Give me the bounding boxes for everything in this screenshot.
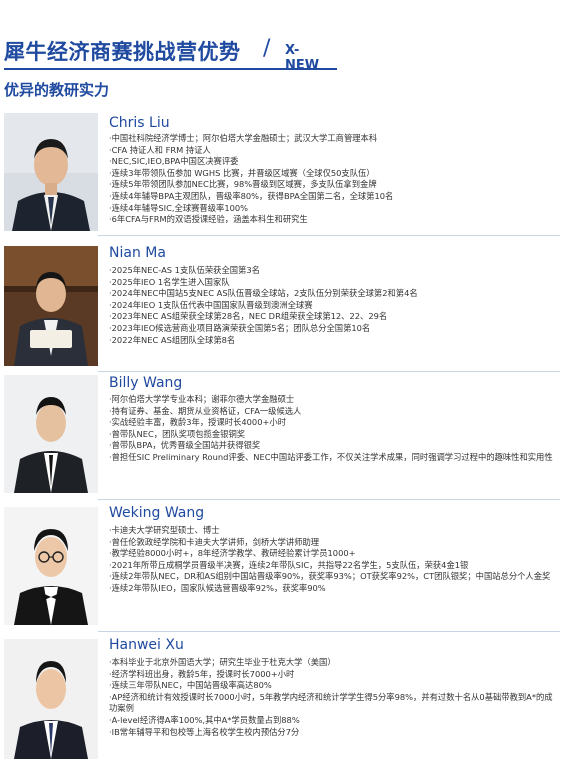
credential-line: ·卡迪夫大学研究型硕士、博士: [109, 525, 220, 535]
divider: [98, 631, 560, 632]
credential-line: ·阿尔伯塔大学学专业本科；谢菲尔德大学金融硕士: [109, 394, 295, 404]
credential-line: ·2023年IEO候选营商业项目路演荣获全国第5名；团队总分全国第10名: [109, 322, 371, 333]
teacher-photo: [4, 639, 98, 759]
credential-line: ·持有证券、基金、期货从业资格证，CFA一级候选人: [109, 405, 302, 416]
page-title: 犀牛经济商赛挑战营优势: [4, 40, 241, 64]
teacher-name: Weking Wang: [109, 505, 205, 521]
divider: [98, 235, 560, 236]
divider: [98, 499, 560, 500]
credential-line: ·IB常年辅导平和包校等上海名校学生校内预估分7分: [109, 726, 300, 737]
credential-line: ·2021年所带丘成桐学员晋级半决赛，连续2年带队SIC，共指导22名学生，5支…: [109, 559, 469, 570]
credential-line: ·2025年IEO 1名学生进入国家队: [109, 276, 230, 287]
title-slash: /: [263, 36, 271, 61]
teacher-credentials: ·中国社科院经济学博士；阿尔伯塔大学金融硕士；武汉大学工商管理本科 ·CFA 持…: [109, 133, 555, 226]
credential-line: ·曾担任SIC Preliminary Round评委、NEC中国站评委工作，不…: [109, 451, 553, 462]
credential-line: ·A-level经济得A率100%,其中A*学员数量占到88%: [109, 714, 300, 725]
credential-line: ·连续4年辅导BPA主观团队，晋级率80%，获得BPA全国第二名，全球第10名: [109, 190, 394, 201]
credential-line: ·NEC,SIC,IEO,BPA中国区决赛评委: [109, 156, 239, 167]
credential-line: ·连续4年辅导SIC,全球赛晋级率100%: [109, 202, 249, 213]
teacher-photo: [4, 375, 98, 493]
teacher-name: Hanwei Xu: [109, 637, 184, 653]
section-title: 优异的教研实力: [4, 81, 110, 99]
teacher-photo: [4, 246, 98, 366]
credential-line: ·2024年NEC中国站5支NEC AS队伍晋级全球站，2支队伍分别荣获全球第2…: [109, 288, 418, 299]
credential-line: ·连续5年带领团队参加NEC比赛，98%晋级到区域赛，多支队伍拿到金牌: [109, 179, 377, 190]
teacher-photo: [4, 113, 98, 231]
credential-line: ·6年CFA与FRM的双语授课经验，涵盖本科生和研究生: [109, 214, 308, 225]
credential-line: ·CFA 持证人和 FRM 持证人: [109, 144, 211, 155]
teacher-photo: [4, 507, 98, 625]
credential-line: ·曾带队NEC，团队奖项包揽金银铜奖: [109, 428, 246, 439]
credential-line: ·实战经验丰富，教龄3年，授课时长4000+小时: [109, 417, 287, 428]
credential-line: ·本科毕业于北京外国语大学；研究生毕业于杜克大学（美国）: [109, 657, 336, 667]
teacher-credentials: ·卡迪夫大学研究型硕士、博士 ·曾任伦敦政经学院和卡迪夫大学讲师，剑桥大学讲师助…: [109, 525, 555, 595]
credential-line: ·连续三年带队NEC，中国站晋级率高达80%: [109, 680, 272, 691]
credential-line: ·连续2年带队NEC，DR和AS组别中国站晋级率90%，获奖率93%；OT获奖率…: [109, 571, 551, 582]
credential-line: ·中国社科院经济学博士；阿尔伯塔大学金融硕士；武汉大学工商管理本科: [109, 133, 378, 143]
credential-line: ·连续2年带队IEO，国家队候选营晋级率92%，获奖率90%: [109, 582, 326, 593]
teacher-name: Nian Ma: [109, 245, 166, 261]
credential-line: ·经济学科班出身，教龄5年，授课时长7000+小时: [109, 668, 295, 679]
credential-line: ·曾带队BPA，优秀晋级全国站并获得银奖: [109, 440, 261, 451]
teacher-credentials: ·阿尔伯塔大学学专业本科；谢菲尔德大学金融硕士 ·持有证券、基金、期货从业资格证…: [109, 394, 555, 464]
credential-line: ·连续3年带领队伍参加 WGHS 比赛，并晋级区域赛（全球仅50支队伍）: [109, 167, 375, 178]
credential-line: ·AP经济和统计有效授课时长7000小时，5年教学内经济和统计学学生得5分率98…: [109, 691, 553, 714]
teacher-name: Billy Wang: [109, 375, 183, 391]
credential-line: ·2022年NEC AS组团队全球第8名: [109, 334, 236, 345]
credential-line: ·2025年NEC-AS 1支队伍荣获全国第3名: [109, 265, 260, 275]
credential-line: ·2023年NEC AS组荣获全球第28名，NEC DR组荣获全球第12、22、…: [109, 311, 388, 322]
divider: [98, 371, 560, 372]
credential-line: ·教学经验8000小时+，8年经济学教学、教研经验累计学员1000+: [109, 548, 356, 559]
teacher-credentials: ·本科毕业于北京外国语大学；研究生毕业于杜克大学（美国） ·经济学科班出身，教龄…: [109, 657, 555, 738]
credential-line: ·曾任伦敦政经学院和卡迪夫大学讲师，剑桥大学讲师助理: [109, 536, 320, 547]
credential-line: ·2024年IEO 1支队伍代表中国国家队晋级到澳洲全球赛: [109, 299, 313, 310]
teacher-credentials: ·2025年NEC-AS 1支队伍荣获全国第3名 ·2025年IEO 1名学生进…: [109, 265, 555, 346]
title-underline: [4, 68, 337, 70]
teacher-name: Chris Liu: [109, 115, 170, 131]
